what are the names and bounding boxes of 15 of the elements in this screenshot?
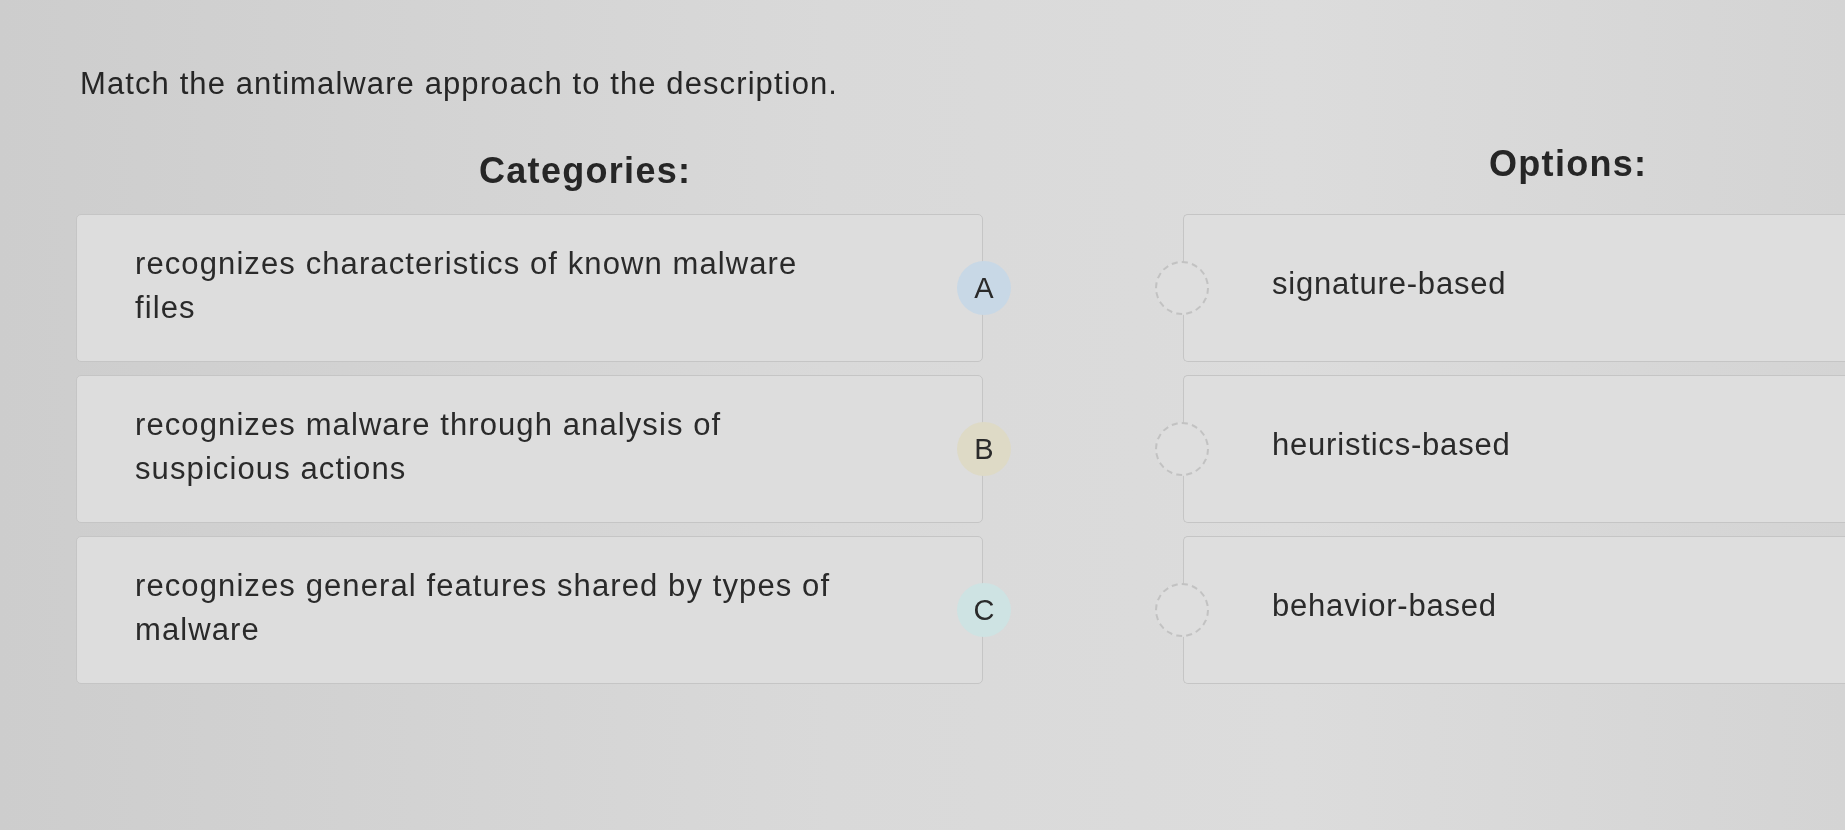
category-description: recognizes characteristics of known malware files — [135, 245, 799, 327]
letter-badge: B — [957, 422, 1011, 476]
option-card[interactable]: behavior-based — [1183, 536, 1845, 684]
option-label: signature-based — [1272, 265, 1507, 303]
question-prompt: Match the antimalware approach to the description. — [80, 65, 839, 103]
option-label: heuristics-based — [1272, 426, 1511, 464]
option-label: behavior-based — [1272, 587, 1497, 625]
category-description: recognizes malware through analysis of suspicious actions — [135, 406, 723, 488]
options-heading: Options: — [1489, 143, 1648, 185]
option-card[interactable]: heuristics-based — [1183, 375, 1845, 523]
categories-heading: Categories: — [479, 150, 692, 192]
option-card[interactable]: signature-based — [1183, 214, 1845, 362]
category-description: recognizes general features shared by types of malware — [135, 567, 832, 649]
letter-badge: C — [957, 583, 1011, 637]
letter-badge: A — [957, 261, 1011, 315]
